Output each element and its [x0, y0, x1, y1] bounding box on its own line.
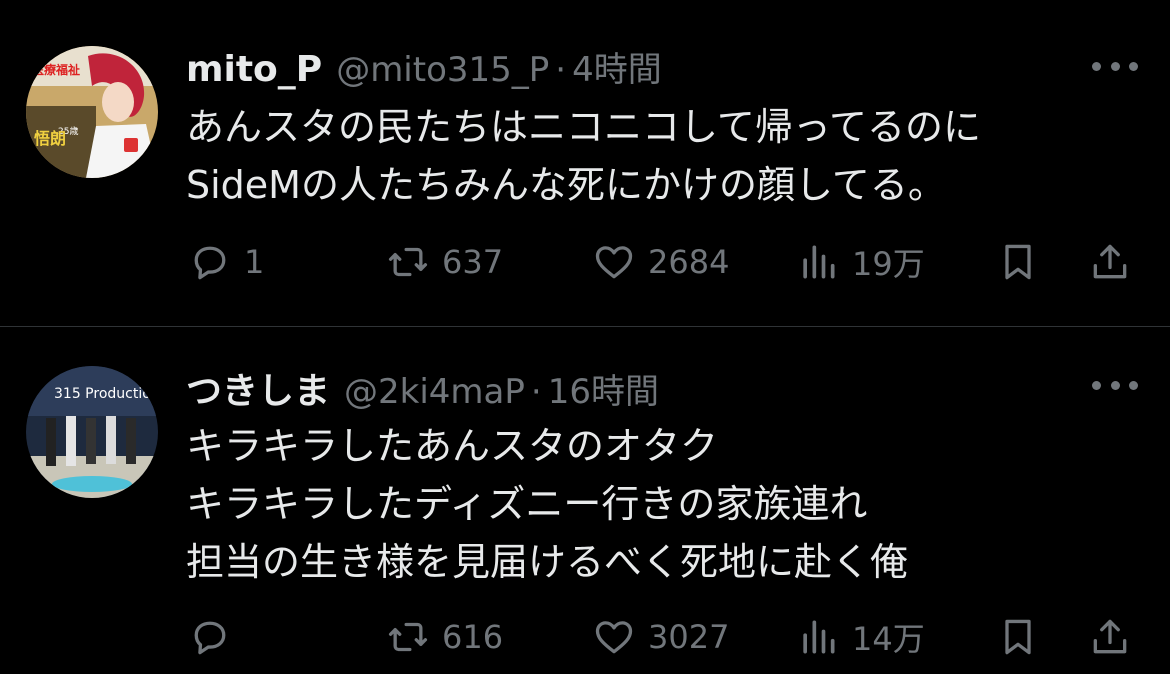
user-handle[interactable]: @mito315_P: [336, 50, 549, 90]
bookmark-button[interactable]: [996, 612, 1040, 662]
avatar-caption: 315 Production: [54, 386, 158, 402]
bookmark-icon: [1005, 244, 1031, 280]
like-count: 2684: [648, 243, 730, 281]
like-button[interactable]: 2684: [592, 237, 729, 287]
tweet-text-line: あんスタの民たちはニコニコして帰ってるのに: [186, 105, 981, 149]
action-bar: 616 3027 14万: [0, 612, 1170, 662]
reply-button[interactable]: 1: [188, 237, 264, 287]
separator-dot: ·: [555, 50, 567, 90]
view-count: 14万: [852, 620, 925, 658]
reply-button[interactable]: [188, 612, 244, 662]
tweet-text-line: キラキラしたディズニー行きの家族連れ: [186, 482, 868, 526]
tweet-header: mito_P @mito315_P · 4時間: [186, 42, 662, 92]
heart-icon: [595, 246, 633, 279]
retweet-button[interactable]: 616: [386, 612, 503, 662]
action-bar: 1 637 2684 19万: [0, 237, 1170, 287]
timestamp[interactable]: 16時間: [548, 364, 659, 413]
heart-icon: [595, 621, 633, 654]
display-name[interactable]: mito_P: [186, 49, 322, 90]
avatar-caption: 医療福祉: [32, 62, 80, 77]
separator-dot: ·: [530, 372, 542, 412]
more-dots-icon[interactable]: [1092, 56, 1138, 76]
share-upload-icon: [1093, 619, 1127, 654]
tweet[interactable]: 315 Production つきしま @2ki4maP · 16時間 キラキラ…: [0, 327, 1170, 674]
retweet-button[interactable]: 637: [386, 237, 503, 287]
timestamp[interactable]: 4時間: [572, 42, 662, 91]
views-button[interactable]: 14万: [796, 612, 925, 662]
like-button[interactable]: 3027: [592, 612, 729, 662]
display-name[interactable]: つきしま: [186, 362, 330, 414]
speech-bubble-icon: [194, 621, 226, 655]
retweet-count: 637: [442, 243, 504, 281]
retweet-arrows-icon: [388, 247, 428, 277]
tweet-text: キラキラしたあんスタのオタク キラキラしたディズニー行きの家族連れ 担当の生き様…: [186, 417, 908, 591]
more-dots-icon[interactable]: [1092, 375, 1138, 395]
share-button[interactable]: [1088, 237, 1132, 287]
speech-bubble-icon: [194, 246, 226, 280]
share-upload-icon: [1093, 244, 1127, 279]
avatar[interactable]: 医療福祉 25歳 悟朗: [26, 46, 158, 178]
retweet-arrows-icon: [388, 622, 428, 652]
tweet-header: つきしま @2ki4maP · 16時間: [186, 362, 659, 412]
retweet-count: 616: [442, 618, 504, 656]
tweet-text-line: 担当の生き様を見届けるべく死地に赴く俺: [186, 540, 909, 584]
tweet-text: あんスタの民たちはニコニコして帰ってるのに SideMの人たちみんな死にかけの顔…: [186, 98, 981, 214]
tweet-text-line: キラキラしたあんスタのオタク: [186, 424, 719, 468]
bookmark-icon: [1005, 619, 1031, 655]
view-count: 19万: [852, 245, 925, 283]
bar-chart-icon: [803, 620, 835, 654]
user-handle[interactable]: @2ki4maP: [344, 372, 525, 412]
avatar[interactable]: 315 Production: [26, 366, 158, 498]
views-button[interactable]: 19万: [796, 237, 925, 287]
like-count: 3027: [648, 618, 730, 656]
share-button[interactable]: [1088, 612, 1132, 662]
tweet-text-line: SideMの人たちみんな死にかけの顔してる。: [186, 163, 946, 207]
bookmark-button[interactable]: [996, 237, 1040, 287]
reply-count: 1: [244, 243, 265, 281]
avatar-caption: 悟朗: [34, 129, 66, 148]
bar-chart-icon: [803, 245, 835, 279]
tweet[interactable]: 医療福祉 25歳 悟朗 mito_P @mito315_P · 4時間 あんスタ…: [0, 0, 1170, 326]
